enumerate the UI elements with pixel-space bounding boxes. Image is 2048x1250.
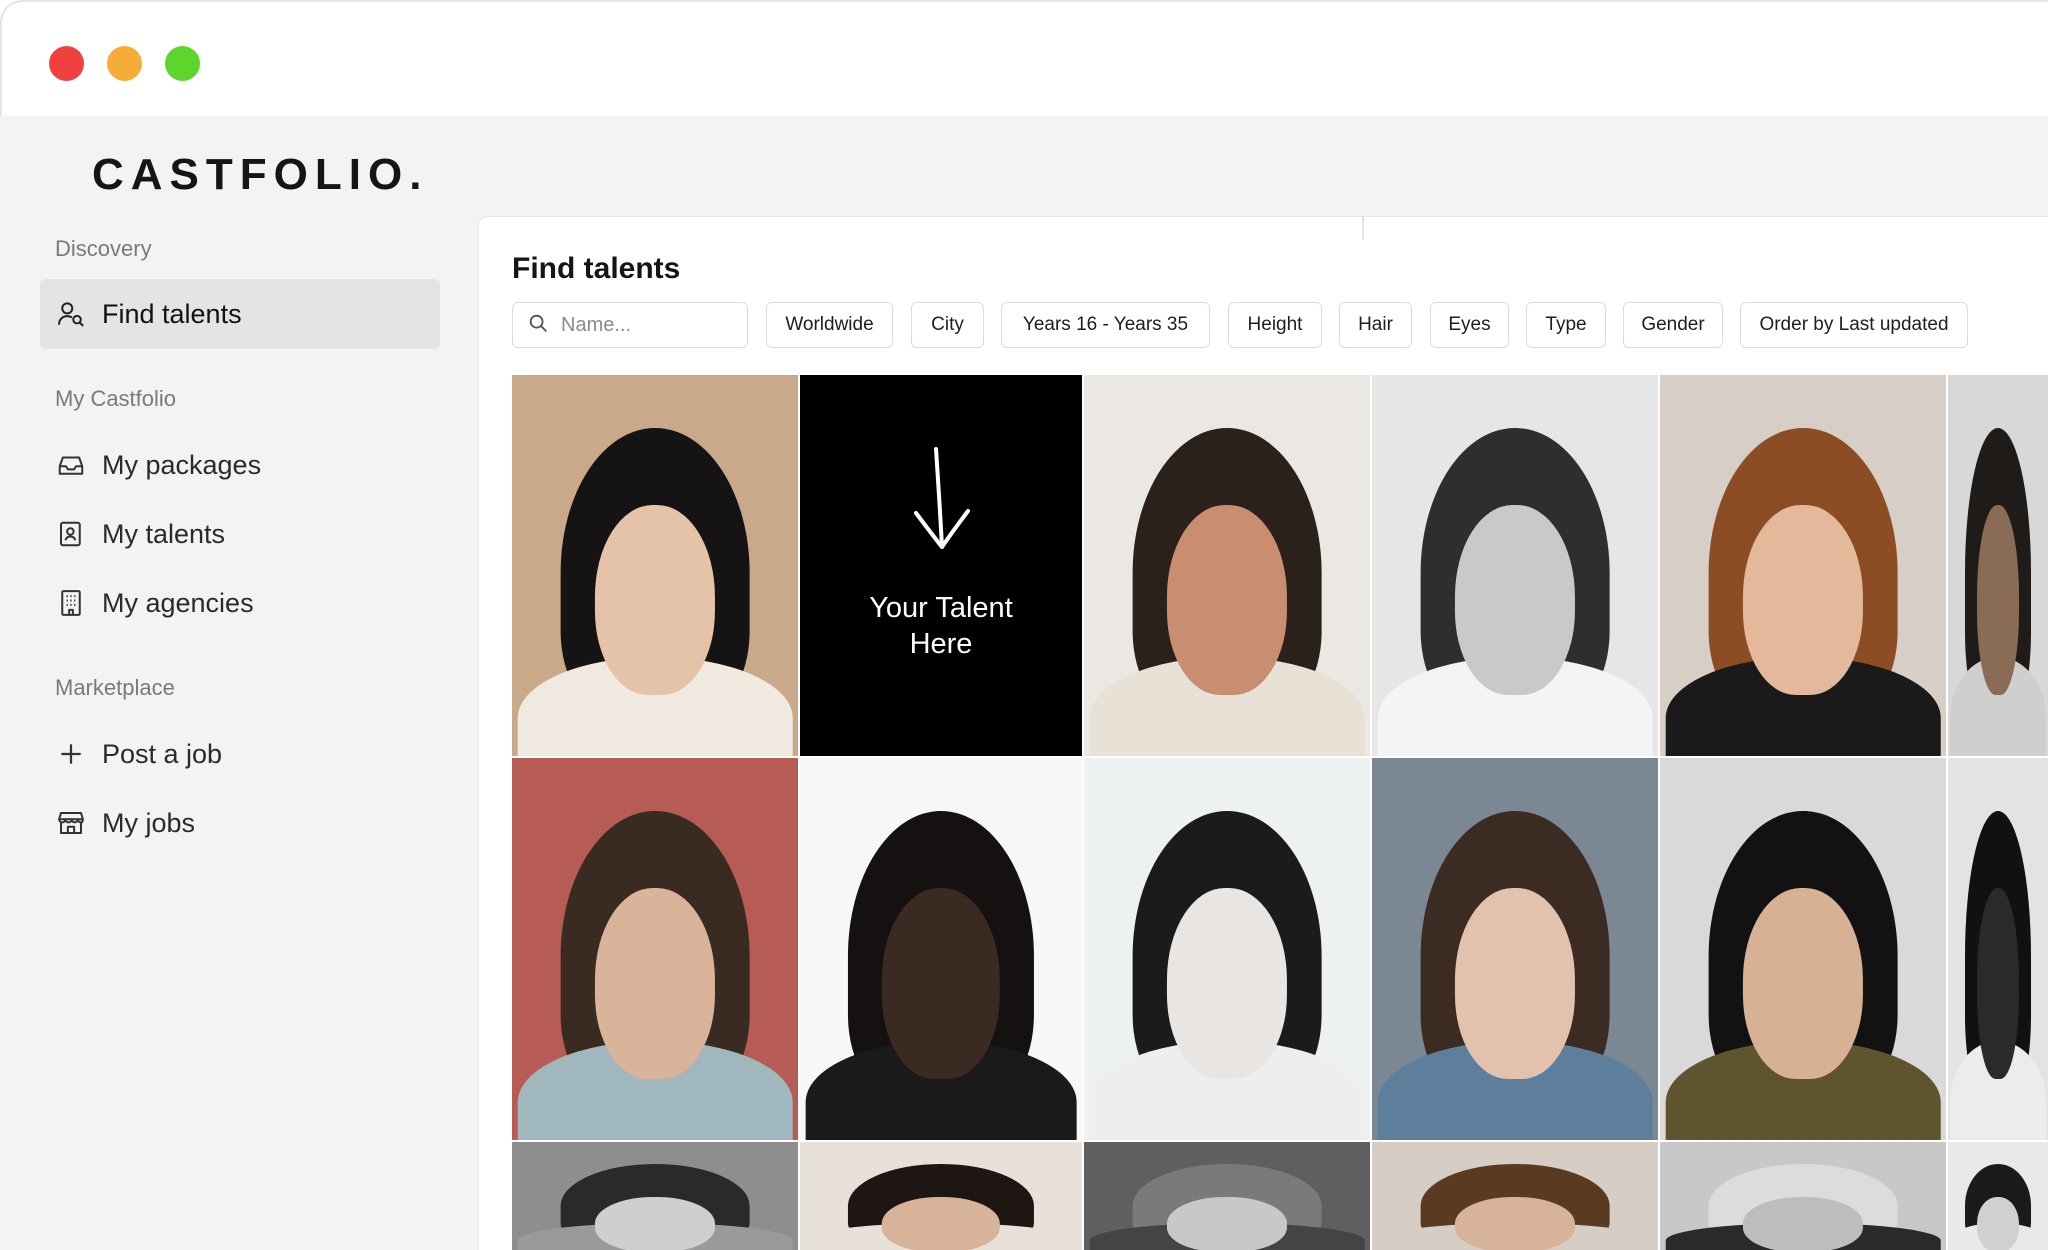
talent-photo[interactable] — [1948, 375, 2048, 756]
filter-height[interactable]: Height — [1228, 302, 1322, 348]
window-titlebar — [0, 0, 2048, 116]
talent-photo[interactable] — [1948, 758, 2048, 1140]
section-label-my-castfolio: My Castfolio — [55, 386, 177, 411]
filter-eyes[interactable]: Eyes — [1430, 302, 1509, 348]
talent-face — [594, 887, 716, 1079]
store-icon — [56, 808, 86, 838]
talent-photo[interactable] — [1660, 1142, 1946, 1250]
talent-photo[interactable] — [1084, 758, 1370, 1140]
talent-face — [1454, 504, 1576, 696]
filter-city[interactable]: City — [911, 302, 984, 348]
sidebar-item-label: My talents — [102, 518, 226, 549]
sidebar-item-post-a-job[interactable]: Post a job — [40, 719, 440, 789]
promo-tile-your-talent[interactable]: Your Talent Here — [800, 375, 1082, 756]
inbox-icon — [56, 450, 86, 480]
promo-text-line2: Here — [909, 628, 973, 660]
talent-face — [881, 887, 1001, 1079]
talent-face — [881, 1197, 1001, 1250]
talent-face — [1742, 504, 1864, 696]
talent-photo[interactable] — [1084, 375, 1370, 756]
talent-photo[interactable] — [512, 375, 798, 756]
sidebar-item-label: Find talents — [102, 298, 242, 329]
plus-icon — [56, 739, 86, 769]
talent-photo[interactable] — [1084, 1142, 1370, 1250]
page-title: Find talents — [512, 252, 681, 285]
maximize-window-button[interactable] — [165, 46, 200, 81]
close-window-button[interactable] — [49, 46, 84, 81]
talent-face — [1977, 504, 2019, 696]
talent-face — [1977, 887, 2019, 1079]
talent-face — [1742, 1197, 1864, 1250]
talent-face — [594, 1197, 716, 1250]
talent-photo[interactable] — [512, 758, 798, 1140]
promo-text-line1: Your Talent — [869, 592, 1013, 624]
talent-photo[interactable] — [1372, 1142, 1658, 1250]
talent-photo[interactable] — [800, 1142, 1082, 1250]
user-search-icon — [56, 299, 86, 329]
sidebar-item-find-talents[interactable]: Find talents — [40, 279, 440, 349]
panel-divider — [1362, 216, 1364, 240]
sort-order-dropdown[interactable]: Order by Last updated — [1740, 302, 1968, 348]
building-icon — [56, 588, 86, 618]
sidebar-item-label: Post a job — [102, 738, 223, 769]
talent-photo[interactable] — [800, 758, 1082, 1140]
sidebar-item-my-packages[interactable]: My packages — [40, 430, 440, 500]
search-box[interactable] — [512, 302, 748, 348]
talent-photo[interactable] — [512, 1142, 798, 1250]
sidebar-item-label: My packages — [102, 449, 262, 480]
sidebar-item-my-agencies[interactable]: My agencies — [40, 568, 440, 638]
talent-face — [1977, 1197, 2019, 1250]
castfolio-logo[interactable]: CASTFOLIO. — [92, 150, 428, 200]
talent-grid: Your Talent Here — [512, 375, 2048, 1250]
filter-hair[interactable]: Hair — [1339, 302, 1412, 348]
sidebar-item-label: My agencies — [102, 587, 254, 618]
section-label-discovery: Discovery — [55, 236, 152, 261]
talent-face — [1166, 504, 1288, 696]
section-label-marketplace: Marketplace — [55, 675, 175, 700]
talent-face — [1454, 1197, 1576, 1250]
talent-photo[interactable] — [1372, 758, 1658, 1140]
contact-book-icon — [56, 519, 86, 549]
talent-face — [594, 504, 716, 696]
talent-face — [1454, 887, 1576, 1079]
sidebar-item-label: My jobs — [102, 807, 196, 838]
filter-gender[interactable]: Gender — [1623, 302, 1723, 348]
app-window: CASTFOLIO. Discovery Find talents My Cas… — [0, 0, 2048, 1250]
filter-worldwide[interactable]: Worldwide — [766, 302, 893, 348]
search-input[interactable] — [561, 313, 731, 337]
talent-face — [1166, 887, 1288, 1079]
talent-face — [1166, 1197, 1288, 1250]
filter-age[interactable]: Years 16 - Years 35 — [1001, 302, 1210, 348]
filter-type[interactable]: Type — [1526, 302, 1606, 348]
promo-text: Your Talent Here — [800, 590, 1082, 662]
talent-photo[interactable] — [1660, 758, 1946, 1140]
minimize-window-button[interactable] — [107, 46, 142, 81]
sidebar-item-my-talents[interactable]: My talents — [40, 499, 440, 569]
talent-face — [1742, 887, 1864, 1079]
search-icon — [527, 312, 561, 339]
talent-photo[interactable] — [1372, 375, 1658, 756]
sidebar-item-my-jobs[interactable]: My jobs — [40, 788, 440, 858]
talent-photo[interactable] — [1660, 375, 1946, 756]
talent-photo[interactable] — [1948, 1142, 2048, 1250]
